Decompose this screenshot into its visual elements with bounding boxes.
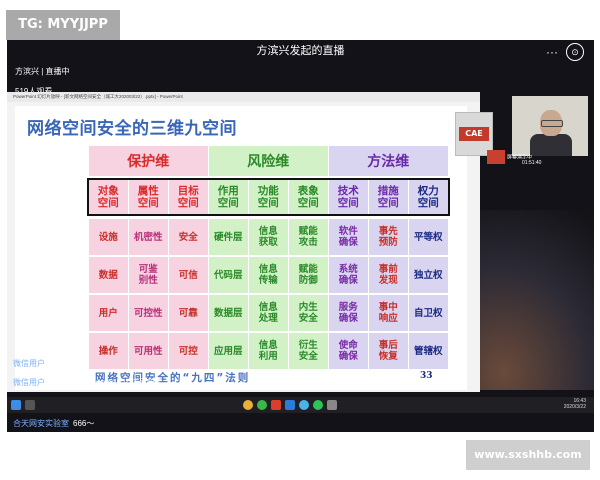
glasses-icon xyxy=(541,120,563,127)
space-header-cell: 对象 空间 xyxy=(89,180,128,214)
table-cell: 事中 响应 xyxy=(369,295,408,331)
taskbar-clock: 16:43 2020/3/22 xyxy=(564,398,586,410)
table-cell: 可控性 xyxy=(129,295,168,331)
table-cell: 系统 确保 xyxy=(329,257,368,293)
table-cell: 信息 获取 xyxy=(249,219,288,255)
table-cell: 可控 xyxy=(169,333,208,369)
table-cell: 信息 处理 xyxy=(249,295,288,331)
table-cell: 衍生 安全 xyxy=(289,333,328,369)
app-icon-3[interactable] xyxy=(285,400,295,410)
table-cell: 可靠 xyxy=(169,295,208,331)
slide: 网络空间安全的三维九空间 CAE 保护维 风险维 方法维对象 空间 属性 空间 目标 空… xyxy=(15,106,493,390)
table-cell: 数据层 xyxy=(209,295,248,331)
table-cell: 可用性 xyxy=(129,333,168,369)
table-cell: 赋能 攻击 xyxy=(289,219,328,255)
table-cell: 平等权 xyxy=(409,219,448,255)
table-cell: 操作 xyxy=(89,333,128,369)
app-icon-2[interactable] xyxy=(257,400,267,410)
table-cell: 可鉴 别性 xyxy=(129,257,168,293)
slide-title: 网络空间安全的三维九空间 xyxy=(27,119,237,139)
page-number: 33 xyxy=(420,371,433,381)
powerpoint-icon[interactable] xyxy=(271,400,281,410)
chat-username[interactable]: 微信用户 xyxy=(13,359,45,368)
cae-logo-small xyxy=(487,150,505,164)
dimension-header: 风险维 xyxy=(209,146,328,176)
table-cell: 事前 发现 xyxy=(369,257,408,293)
space-header-cell: 权力 空间 xyxy=(409,180,448,214)
close-icon[interactable]: ⊙ xyxy=(566,43,584,61)
table-cell: 硬件层 xyxy=(209,219,248,255)
dimension-header: 保护维 xyxy=(89,146,208,176)
table-cell: 信息 传输 xyxy=(249,257,288,293)
chat-message: 微信用户 方老师 你的windows10该更新了 xyxy=(13,377,163,388)
app-icon-4[interactable] xyxy=(299,400,309,410)
table-cell: 事先 预防 xyxy=(369,219,408,255)
chat-message: 合天网安实验室 666～ xyxy=(13,418,94,429)
host-label: 方滨兴 | 直播中 xyxy=(15,67,70,76)
table-cell: 使命 确保 xyxy=(329,333,368,369)
table-cell: 代码层 xyxy=(209,257,248,293)
table-cell: 机密性 xyxy=(129,219,168,255)
chat-text: 方老师 你的windows10该更新了 xyxy=(49,378,163,387)
table-cell: 事后 恢复 xyxy=(369,333,408,369)
more-icon[interactable]: ··· xyxy=(546,45,558,59)
site-watermark: www.sxshhb.com xyxy=(466,440,590,470)
space-header-cell: 措施 空间 xyxy=(369,180,408,214)
powerpoint-window: PowerPoint 幻灯片放映 - [新文网络空间安全（城工大202003/2… xyxy=(7,92,493,392)
window-titlebar: PowerPoint 幻灯片放映 - [新文网络空间安全（城工大202003/2… xyxy=(7,92,480,102)
space-header-cell: 技术 空间 xyxy=(329,180,368,214)
chat-text: 太强了 xyxy=(49,359,73,368)
table-cell: 数据 xyxy=(89,257,128,293)
space-header-cell: 属性 空间 xyxy=(129,180,168,214)
table-cell: 信息 利用 xyxy=(249,333,288,369)
chat-username[interactable]: 微信用户 xyxy=(13,378,45,387)
chat-message: 微信用户 太强了 xyxy=(13,358,73,369)
presenter-body xyxy=(530,134,572,156)
table-cell: 安全 xyxy=(169,219,208,255)
live-stream-player: 方滨兴发起的直播 ··· ⊙ 方滨兴 | 直播中 519人观看 PowerPoi… xyxy=(7,40,594,432)
table-cell: 管辖权 xyxy=(409,333,448,369)
space-header-cell: 功能 空间 xyxy=(249,180,288,214)
table-cell: 软件 确保 xyxy=(329,219,368,255)
live-title: 方滨兴发起的直播 xyxy=(256,45,345,57)
chat-text: 666～ xyxy=(73,419,95,428)
table-cell: 自卫权 xyxy=(409,295,448,331)
table-cell: 服务 确保 xyxy=(329,295,368,331)
table-cell: 应用层 xyxy=(209,333,248,369)
wechat-icon[interactable] xyxy=(313,400,323,410)
space-header-cell: 目标 空间 xyxy=(169,180,208,214)
logo-text: CAE xyxy=(459,127,489,141)
app-icon-5[interactable] xyxy=(327,400,337,410)
table-cell: 可信 xyxy=(169,257,208,293)
table-cell: 设施 xyxy=(89,219,128,255)
tg-badge: TG: MYYJJPP xyxy=(6,10,120,40)
space-header-cell: 表象 空间 xyxy=(289,180,328,214)
nine-space-table: 保护维 风险维 方法维对象 空间 属性 空间 目标 空间 作用 空间 功能 空间 表象 空间技… xyxy=(85,146,450,384)
chat-username[interactable]: 合天网安实验室 xyxy=(13,419,69,428)
search-icon[interactable] xyxy=(25,400,35,410)
table-cell: 内生 安全 xyxy=(289,295,328,331)
dimension-header: 方法维 xyxy=(329,146,448,176)
table-cell: 赋能 防御 xyxy=(289,257,328,293)
share-timer: 01:51:40 xyxy=(522,160,542,166)
presenter-camera xyxy=(512,96,588,156)
table-cell: 用户 xyxy=(89,295,128,331)
table-cell: 独立权 xyxy=(409,257,448,293)
windows-taskbar: 16:43 2020/3/22 xyxy=(7,397,594,413)
clock-date: 2020/3/22 xyxy=(563,404,586,410)
start-icon[interactable] xyxy=(11,400,21,410)
space-header-cell: 作用 空间 xyxy=(209,180,248,214)
app-icon-1[interactable] xyxy=(243,400,253,410)
